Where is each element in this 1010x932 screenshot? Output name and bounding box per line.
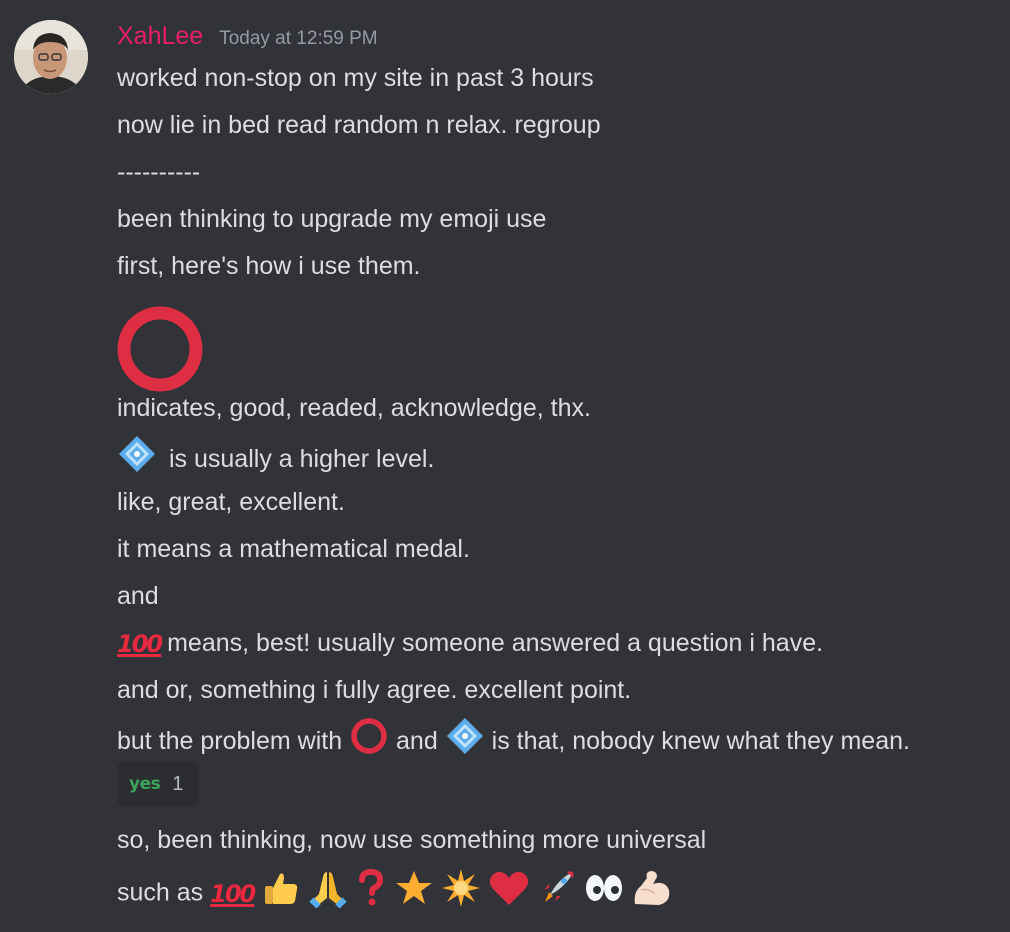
avatar[interactable]: [14, 20, 88, 94]
reaction-button[interactable]: yes 1: [117, 761, 199, 807]
message-text: such as: [117, 878, 204, 907]
glowing-star-icon: [441, 868, 481, 920]
heavy-large-circle-icon: [117, 306, 203, 392]
username[interactable]: XahLee: [117, 22, 203, 51]
eyes-icon: [584, 868, 624, 920]
flexed-biceps-icon: [631, 868, 673, 920]
diamond-with-dot-icon: [117, 434, 157, 483]
timestamp[interactable]: Today at 12:59 PM: [219, 28, 377, 50]
folded-hands-icon: [308, 868, 348, 920]
message-line: and: [117, 582, 159, 610]
message-header: XahLee Today at 12:59 PM: [117, 22, 378, 54]
message-line: so, been thinking, now use something mor…: [117, 826, 707, 854]
message-line: been thinking to upgrade my emoji use: [117, 205, 547, 233]
yes-emoji-icon: yes: [129, 774, 161, 794]
message-line: ----------: [117, 158, 201, 186]
message-line: now lie in bed read random n relax. regr…: [117, 111, 601, 139]
message-text: and: [396, 727, 438, 756]
message-line: worked non-stop on my site in past 3 hou…: [117, 64, 594, 92]
message-line: it means a mathematical medal.: [117, 535, 470, 563]
diamond-with-dot-icon: [445, 716, 485, 765]
hundred-points-icon: 100: [210, 880, 256, 908]
reaction-count: 1: [172, 772, 184, 795]
message-line: is usually a higher level.: [117, 436, 435, 474]
message-text: is that, nobody knew what they mean.: [491, 727, 910, 756]
message-line: 100 means, best! usually someone answered…: [117, 626, 823, 660]
rocket-icon: [537, 868, 577, 920]
message-line: and or, something i fully agree. excelle…: [117, 676, 632, 704]
message-line: such as 100: [117, 868, 673, 909]
message-text: means, best! usually someone answered a …: [167, 629, 824, 657]
message-text: is usually a higher level.: [169, 445, 435, 474]
star-icon: [394, 868, 434, 920]
question-mark-icon: [355, 868, 387, 920]
heavy-large-circle-icon: [349, 716, 389, 765]
red-heart-icon: [488, 868, 530, 920]
message-line: but the problem with and is that, nobody…: [117, 718, 910, 756]
chat-message: XahLee Today at 12:59 PM worked non-stop…: [0, 0, 1010, 932]
message-text: but the problem with: [117, 727, 343, 756]
message-line: indicates, good, readed, acknowledge, th…: [117, 394, 591, 422]
thumbs-up-icon: [261, 868, 301, 920]
hundred-points-icon: 100: [117, 630, 163, 659]
message-line: like, great, excellent.: [117, 488, 345, 516]
message-line: first, here's how i use them.: [117, 252, 421, 280]
